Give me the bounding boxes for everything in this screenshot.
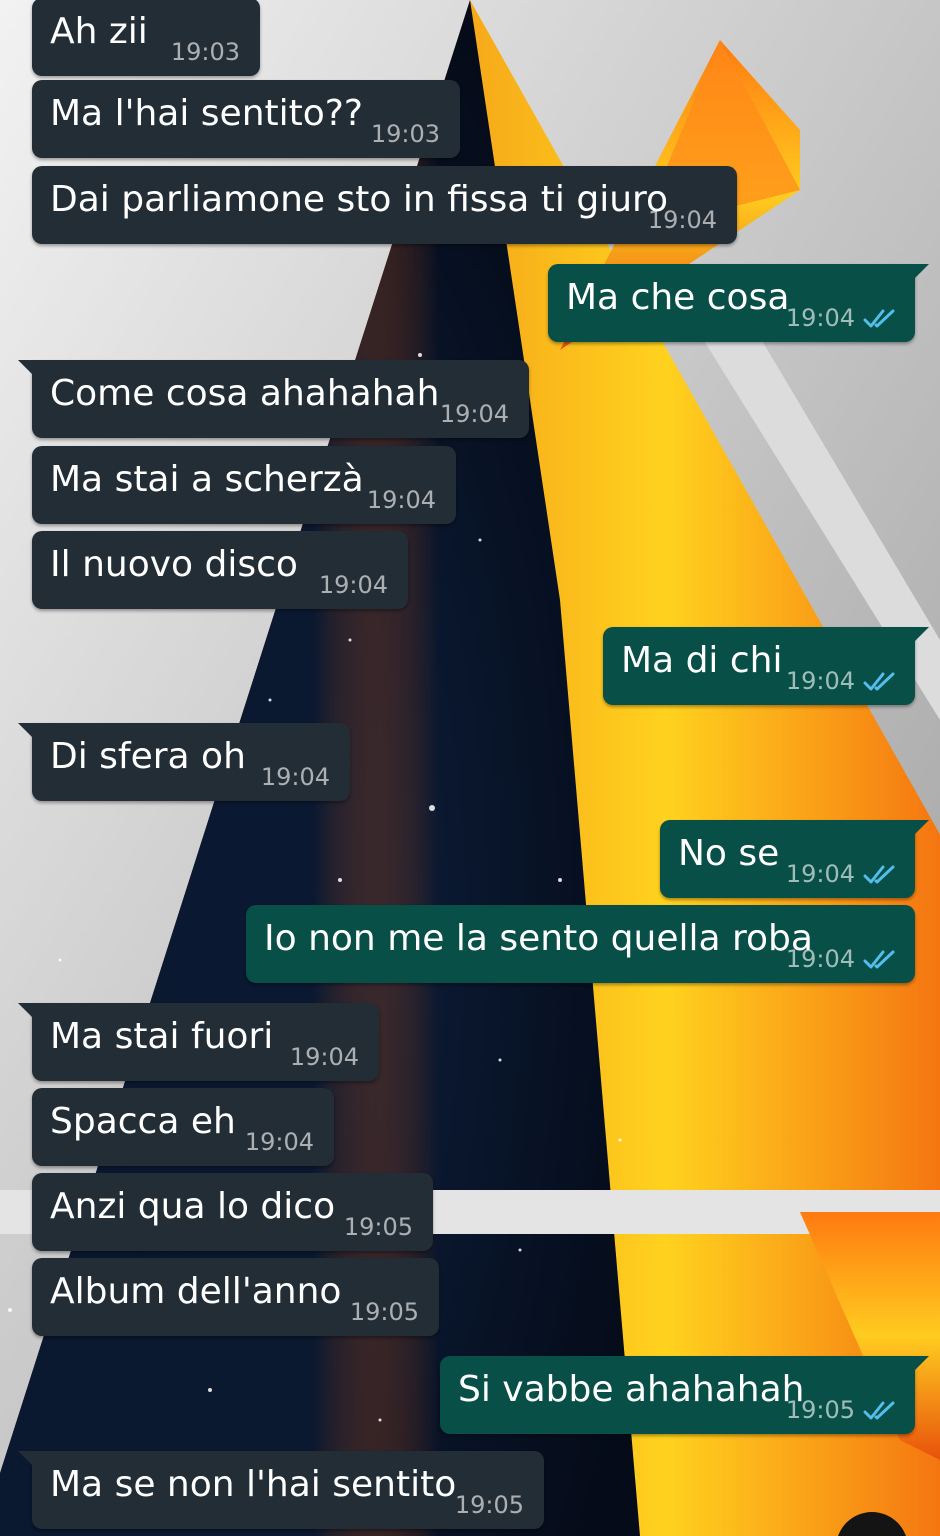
message-text: Ah zii — [50, 11, 148, 52]
message-timestamp: 19:05 — [454, 1491, 524, 1519]
bubble-tail — [18, 1003, 32, 1017]
message-timestamp: 19:03 — [370, 120, 440, 148]
message-timestamp: 19:04 — [785, 945, 855, 973]
message-text: Ma se non l'hai sentito — [50, 1464, 457, 1505]
incoming-message[interactable]: Ma l'hai sentito?? 19:03 — [32, 80, 460, 158]
message-text: Di sfera oh — [50, 736, 246, 777]
message-timestamp: 19:04 — [785, 860, 855, 888]
bubble-tail — [915, 1356, 929, 1370]
message-text: Spacca eh — [50, 1101, 236, 1142]
message-timestamp: 19:05 — [343, 1213, 413, 1241]
message-timestamp: 19:04 — [289, 1043, 359, 1071]
message-text: Si vabbe ahahahah — [458, 1369, 805, 1410]
message-text: Anzi qua lo dico — [50, 1186, 336, 1227]
bubble-tail — [18, 723, 32, 737]
message-timestamp: 19:05 — [785, 1396, 855, 1424]
incoming-message[interactable]: Ma se non l'hai sentito 19:05 — [18, 1451, 544, 1529]
message-timestamp: 19:04 — [647, 206, 717, 234]
message-text: Album dell'anno — [50, 1271, 342, 1312]
incoming-message[interactable]: Come cosa ahahahah 19:04 — [18, 360, 529, 438]
outgoing-message[interactable]: Si vabbe ahahahah 19:05 — [440, 1356, 929, 1434]
message-text: Ma stai a scherzà — [50, 459, 364, 500]
chat-screen: Ah zii 19:03 Ma l'hai sentito?? 19:03 Dai pa… — [0, 0, 940, 1536]
incoming-message[interactable]: Ah zii 19:03 — [32, 0, 260, 76]
message-text: Ma stai fuori — [50, 1016, 274, 1057]
message-text: No se — [678, 833, 780, 874]
bubble-tail — [18, 1451, 32, 1465]
message-timestamp: 19:05 — [349, 1298, 419, 1326]
message-text: Io non me la sento quella roba — [264, 918, 813, 959]
double-check-icon — [863, 309, 895, 328]
bubble-tail — [915, 820, 929, 834]
incoming-message[interactable]: Il nuovo disco 19:04 — [32, 531, 408, 609]
message-timestamp: 19:04 — [439, 400, 509, 428]
outgoing-message[interactable]: Ma che cosa 19:04 — [548, 264, 929, 342]
double-check-icon — [863, 672, 895, 691]
outgoing-message[interactable]: Ma di chi 19:04 — [603, 627, 929, 705]
bubble-tail — [915, 264, 929, 278]
incoming-message[interactable]: Ma stai a scherzà 19:04 — [32, 446, 456, 524]
message-text: Come cosa ahahahah — [50, 373, 440, 414]
message-text: Ma l'hai sentito?? — [50, 93, 363, 134]
message-timestamp: 19:04 — [366, 486, 436, 514]
double-check-icon — [863, 950, 895, 969]
incoming-message[interactable]: Dai parliamone sto in fissa ti giuro 19:0… — [32, 166, 737, 244]
double-check-icon — [863, 865, 895, 884]
incoming-message[interactable]: Spacca eh 19:04 — [32, 1088, 334, 1166]
message-timestamp: 19:04 — [785, 304, 855, 332]
message-timestamp: 19:03 — [170, 38, 240, 66]
incoming-message[interactable]: Di sfera oh 19:04 — [18, 723, 350, 801]
message-text: Il nuovo disco — [50, 544, 298, 585]
message-text: Ma che cosa — [566, 277, 790, 318]
outgoing-message[interactable]: No se 19:04 — [660, 820, 929, 898]
double-check-icon — [863, 1401, 895, 1420]
incoming-message[interactable]: Ma stai fuori 19:04 — [18, 1003, 379, 1081]
incoming-message[interactable]: Album dell'anno 19:05 — [32, 1258, 439, 1336]
bubble-tail — [915, 627, 929, 641]
message-text: Ma di chi — [621, 640, 783, 681]
message-timestamp: 19:04 — [260, 763, 330, 791]
outgoing-message[interactable]: Io non me la sento quella roba 19:04 — [246, 905, 915, 983]
message-timestamp: 19:04 — [318, 571, 388, 599]
message-list[interactable]: Ah zii 19:03 Ma l'hai sentito?? 19:03 Dai pa… — [0, 0, 940, 1536]
message-timestamp: 19:04 — [785, 667, 855, 695]
incoming-message[interactable]: Anzi qua lo dico 19:05 — [32, 1173, 433, 1251]
message-text: Dai parliamone sto in fissa ti giuro — [50, 179, 669, 220]
bubble-tail — [18, 360, 32, 374]
message-timestamp: 19:04 — [244, 1128, 314, 1156]
